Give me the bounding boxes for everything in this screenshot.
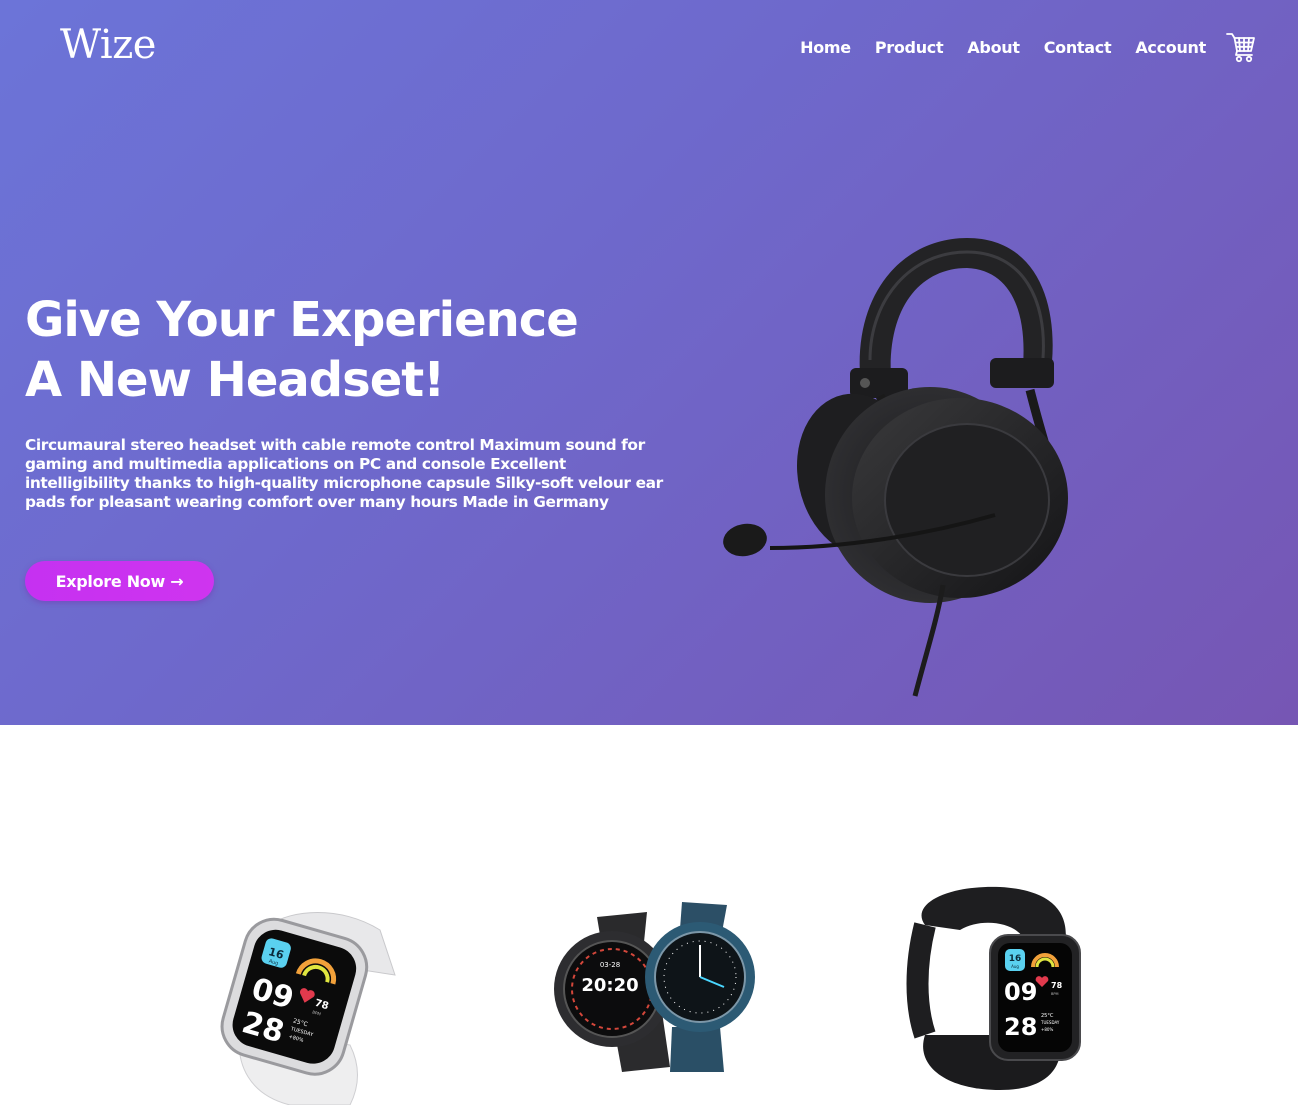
date-month-text: Aug — [1011, 964, 1019, 969]
smartwatch-pair-image[interactable]: 03-28 20:20 — [552, 897, 762, 1077]
hero-title: Give Your Experience A New Headset! — [25, 290, 705, 410]
nav-contact[interactable]: Contact — [1044, 38, 1112, 57]
weekday-text: TUESDAY — [1040, 1020, 1060, 1025]
nav-home[interactable]: Home — [800, 38, 851, 57]
nav-about[interactable]: About — [967, 38, 1020, 57]
hero-description: Circumaural stereo headset with cable re… — [25, 436, 663, 511]
white-smartwatch-image[interactable]: 16 Aug 09 28 78 BPM 25°C TUESDAY +80% — [210, 905, 410, 1105]
temp-text: 25°C — [1041, 1013, 1054, 1019]
bpm-unit-text: BPM — [1051, 992, 1059, 996]
hero-title-line1: Give Your Experience — [25, 292, 579, 348]
nav-account[interactable]: Account — [1135, 38, 1206, 57]
nav-product[interactable]: Product — [875, 38, 944, 57]
main-nav: Home Product About Contact Account — [800, 38, 1206, 57]
minute-text: 28 — [1004, 1013, 1037, 1041]
hero-title-line2: A New Headset! — [25, 352, 445, 408]
date-day-text: 16 — [1009, 954, 1022, 964]
hour-text: 09 — [1004, 978, 1037, 1006]
time-text: 20:20 — [581, 975, 638, 996]
explore-now-button[interactable]: Explore Now → — [25, 561, 214, 601]
bpm-text: 78 — [1051, 981, 1063, 990]
black-smartwatch-image[interactable]: 16 Aug 09 28 78 BPM 25°C TUESDAY +80% — [905, 885, 1085, 1095]
product-showcase: 16 Aug 09 28 78 BPM 25°C TUESDAY +80% 03… — [0, 725, 1298, 1108]
brand-logo[interactable]: Wize — [60, 22, 156, 68]
hero-section: Wize Home Product About Contact Account … — [0, 0, 1298, 725]
date-text: 03-28 — [600, 961, 620, 969]
headset-image — [723, 238, 1068, 697]
battery-text: +80% — [1041, 1027, 1053, 1032]
shopping-cart-icon[interactable] — [1226, 31, 1256, 63]
